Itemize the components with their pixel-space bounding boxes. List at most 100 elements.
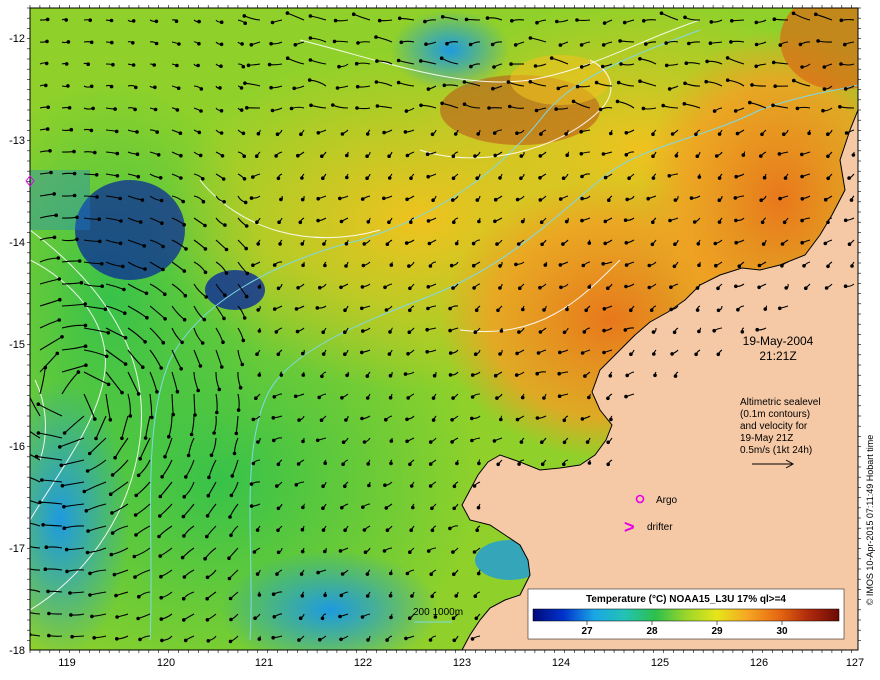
velocity-arrowhead	[275, 572, 279, 576]
velocity-arrowhead	[389, 263, 394, 267]
velocity-arrowhead	[43, 365, 48, 370]
velocity-arrowhead	[240, 42, 244, 46]
velocity-arrowhead	[143, 340, 147, 344]
velocity-arrowhead	[355, 106, 359, 110]
velocity-arrowhead	[384, 506, 389, 510]
velocity-arrowhead	[141, 365, 145, 370]
velocity-arrowhead	[271, 416, 276, 420]
colorbar: Temperature (°C) NOAA15_L3U 17% ql>=4 27…	[527, 588, 845, 640]
velocity-arrowhead	[734, 174, 738, 179]
velocity-arrowhead	[452, 572, 456, 576]
velocity-arrowhead	[58, 445, 62, 449]
velocity-arrowhead	[606, 396, 610, 401]
velocity-arrowhead	[36, 402, 41, 407]
velocity-arrowhead	[838, 105, 842, 109]
velocity-arrowhead	[47, 611, 51, 616]
velocity-arrowhead	[83, 302, 87, 306]
velocity-arrowhead	[145, 315, 149, 320]
velocity-arrowhead	[826, 220, 830, 225]
velocity-arrowhead	[339, 593, 344, 598]
velocity-arrowhead	[104, 354, 109, 359]
velocity-arrowhead	[128, 414, 133, 418]
velocity-arrowhead	[717, 220, 722, 224]
velocity-arrowhead	[535, 416, 540, 420]
velocity-arrowhead	[98, 239, 102, 244]
velocity-arrowhead	[218, 86, 222, 90]
velocity-arrowhead	[272, 395, 277, 399]
velocity-arrowhead	[384, 417, 388, 422]
velocity-arrowhead	[783, 176, 788, 180]
velocity-arrowhead	[734, 218, 738, 223]
velocity-arrowhead	[157, 534, 161, 539]
velocity-arrowhead	[323, 461, 328, 466]
velocity-arrowhead	[712, 328, 716, 333]
velocity-arrowhead	[133, 513, 138, 517]
velocity-arrowhead	[339, 219, 344, 224]
velocity-arrowhead	[579, 129, 583, 134]
velocity-arrowhead	[18, 420, 22, 424]
velocity-arrowhead	[540, 462, 545, 467]
velocity-arrowhead	[644, 42, 648, 46]
velocity-arrowhead	[365, 396, 370, 400]
velocity-arrowhead	[176, 86, 181, 90]
velocity-arrowhead	[254, 396, 258, 401]
velocity-arrowhead	[451, 550, 455, 554]
lat-label: -18	[9, 645, 25, 657]
velocity-arrowhead	[224, 247, 229, 252]
velocity-arrowhead	[134, 533, 138, 537]
velocity-arrowhead	[425, 327, 430, 332]
velocity-arrowhead	[736, 307, 740, 312]
velocity-arrowhead	[452, 220, 456, 224]
velocity-arrowhead	[121, 264, 125, 269]
velocity-arrowhead	[451, 198, 455, 202]
velocity-arrowhead	[276, 506, 281, 511]
velocity-arrowhead	[708, 41, 713, 45]
velocity-arrowhead	[238, 385, 243, 390]
velocity-arrowhead	[535, 20, 539, 25]
velocity-arrowhead	[144, 291, 149, 296]
velocity-arrowhead	[777, 152, 782, 156]
velocity-arrowhead	[200, 341, 205, 345]
velocity-arrowhead	[256, 308, 261, 312]
velocity-arrowhead	[507, 104, 512, 109]
velocity-arrowhead	[713, 241, 718, 246]
velocity-arrowhead	[470, 416, 474, 421]
velocity-arrowhead	[307, 78, 312, 82]
velocity-arrowhead	[137, 594, 141, 599]
velocity-arrowhead	[276, 176, 281, 181]
velocity-arrowhead	[296, 153, 300, 158]
velocity-arrowhead	[152, 63, 156, 67]
velocity-arrowhead	[215, 410, 219, 415]
velocity-arrowhead	[562, 440, 567, 445]
velocity-arrowhead	[115, 174, 120, 178]
velocity-arrowhead	[256, 440, 260, 444]
velocity-arrowhead	[748, 100, 752, 105]
velocity-arrow	[356, 107, 371, 110]
velocity-arrowhead	[182, 317, 187, 322]
velocity-arrowhead	[760, 132, 764, 137]
velocity-arrow	[61, 194, 75, 197]
velocity-arrowhead	[543, 263, 548, 267]
velocity-arrowhead	[321, 330, 326, 335]
velocity-arrowhead	[493, 219, 497, 224]
velocity-arrowhead	[175, 108, 180, 112]
velocity-arrowhead	[822, 87, 827, 91]
velocity-arrowhead	[594, 80, 599, 85]
velocity-arrowhead	[92, 636, 96, 640]
velocity-arrowhead	[272, 263, 277, 267]
velocity-arrowhead	[472, 550, 477, 554]
velocity-arrowhead	[499, 329, 504, 333]
velocity-arrowhead	[558, 197, 563, 201]
velocity-arrowhead	[535, 371, 539, 376]
velocity-arrowhead	[219, 109, 224, 113]
velocity-arrowhead	[109, 84, 114, 89]
velocity-arrowhead	[365, 154, 369, 158]
velocity-arrowhead	[575, 84, 580, 89]
velocity-arrowhead	[493, 197, 498, 202]
velocity-arrowhead	[520, 219, 525, 224]
velocity-arrowhead	[430, 132, 435, 137]
velocity-arrowhead	[609, 131, 613, 136]
velocity-arrowhead	[161, 267, 165, 272]
velocity-arrowhead	[41, 523, 45, 527]
velocity-arrowhead	[272, 307, 277, 311]
